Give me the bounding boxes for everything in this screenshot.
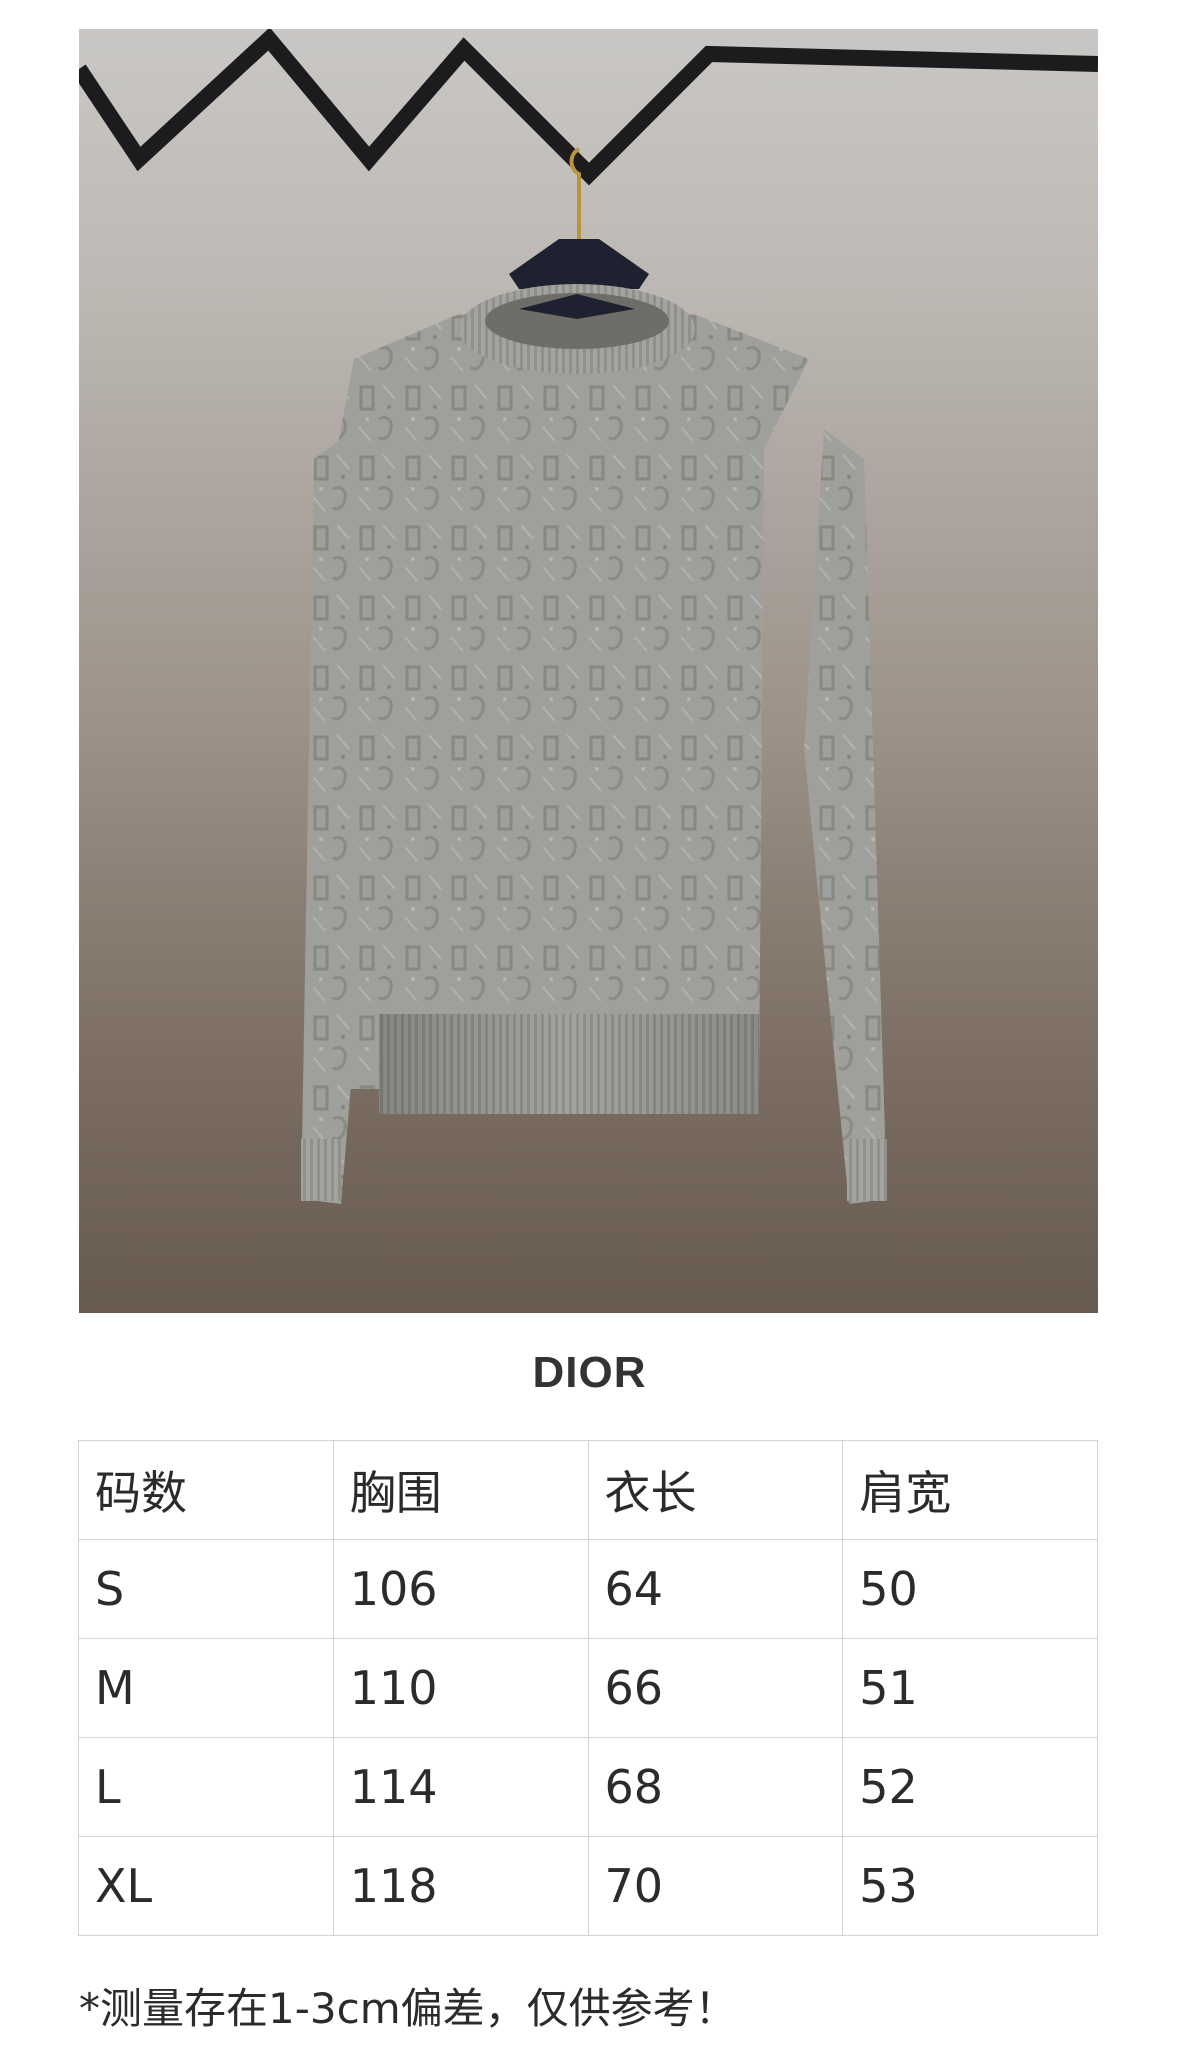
table-row: S 106 64 50 <box>78 1539 1098 1639</box>
brand-name: DIOR <box>532 1348 647 1397</box>
table-row: M 110 66 51 <box>78 1638 1098 1738</box>
cell-length: 68 <box>587 1737 844 1837</box>
cell-shoulder: 51 <box>842 1638 1098 1738</box>
header-size: 码数 <box>78 1440 334 1540</box>
header-shoulder: 肩宽 <box>842 1440 1098 1540</box>
cell-size: M <box>78 1638 334 1738</box>
cell-chest: 106 <box>332 1539 589 1639</box>
cell-shoulder: 52 <box>842 1737 1098 1837</box>
cell-chest: 118 <box>332 1836 589 1936</box>
header-length: 衣长 <box>587 1440 844 1540</box>
cell-size: XL <box>78 1836 334 1936</box>
cell-length: 64 <box>587 1539 844 1639</box>
cell-size: S <box>78 1539 334 1639</box>
table-row: L 114 68 52 <box>78 1737 1098 1837</box>
header-chest: 胸围 <box>332 1440 589 1540</box>
cell-length: 70 <box>587 1836 844 1936</box>
cell-shoulder: 50 <box>842 1539 1098 1639</box>
product-photo <box>79 29 1098 1313</box>
table-header-row: 码数 胸围 衣长 肩宽 <box>78 1440 1098 1540</box>
measurement-note: *测量存在1-3cm偏差，仅供参考！ <box>79 1984 737 2033</box>
cell-shoulder: 53 <box>842 1836 1098 1936</box>
table-row: XL 118 70 53 <box>78 1836 1098 1936</box>
cell-chest: 110 <box>332 1638 589 1738</box>
cell-chest: 114 <box>332 1737 589 1837</box>
size-chart-table: 码数 胸围 衣长 肩宽 S 106 64 50 M 110 66 51 L 11… <box>78 1440 1098 1936</box>
cell-size: L <box>78 1737 334 1837</box>
sweater-on-hanger-illustration <box>79 29 1098 1204</box>
cell-length: 66 <box>587 1638 844 1738</box>
